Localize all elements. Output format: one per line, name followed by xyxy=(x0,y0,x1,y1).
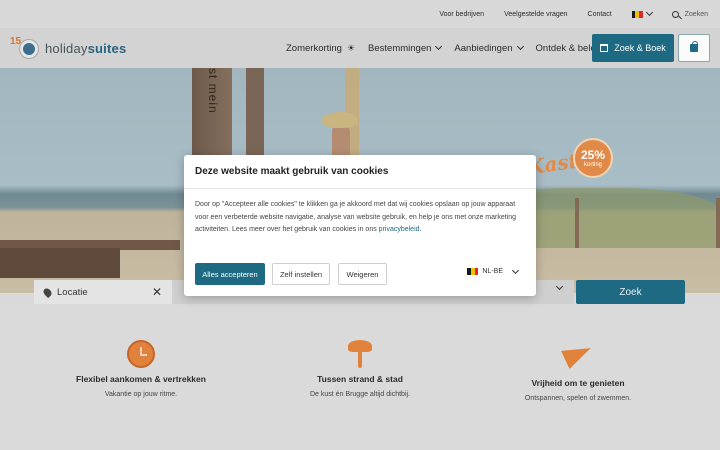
cookie-dialog: Deze website maakt gebruik van cookies D… xyxy=(184,155,536,296)
chevron-down-icon xyxy=(511,266,520,274)
divider xyxy=(184,188,536,189)
cookie-body: Door op "Accepteer alle cookies" te klik… xyxy=(195,201,517,233)
belgium-flag-icon xyxy=(467,268,479,275)
modal-overlay: Deze website maakt gebruik van cookies D… xyxy=(0,0,720,450)
cookie-lang-label: NL-BE xyxy=(482,268,503,275)
reject-button[interactable]: Weigeren xyxy=(338,263,387,285)
privacy-policy-link[interactable]: privacybeleid xyxy=(379,226,420,233)
cookie-settings-button[interactable]: Zelf instellen xyxy=(272,263,330,285)
cookie-language-selector[interactable]: NL-BE xyxy=(467,266,520,275)
accept-all-button[interactable]: Alles accepteren xyxy=(195,263,265,285)
cookie-title: Deze website maakt gebruik van cookies xyxy=(195,166,389,177)
